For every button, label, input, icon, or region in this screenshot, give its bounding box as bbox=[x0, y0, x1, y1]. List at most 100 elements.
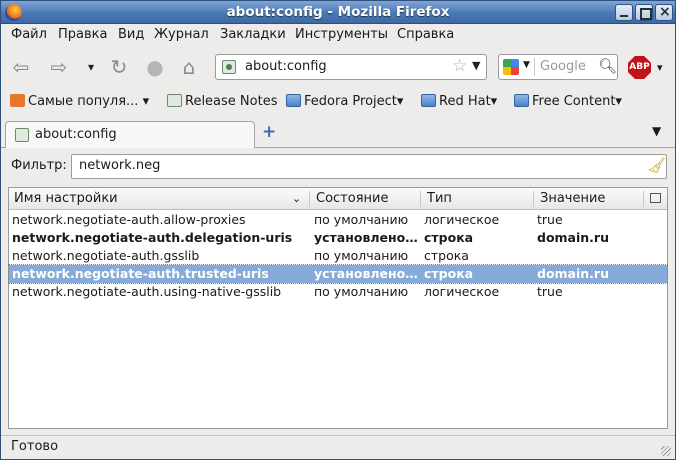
column-separator[interactable] bbox=[420, 191, 421, 207]
engine-dropdown-icon[interactable]: ▼ bbox=[523, 60, 530, 70]
menu-view[interactable]: Вид bbox=[118, 27, 144, 42]
menu-history[interactable]: Журнал bbox=[154, 27, 209, 42]
pref-name: network.negotiate-auth.delegation-uris bbox=[12, 230, 293, 245]
site-identity-icon[interactable] bbox=[222, 60, 236, 74]
bookmark-label: Free Content bbox=[532, 94, 616, 109]
folder-icon bbox=[286, 94, 301, 107]
reload-icon[interactable]: ↻ bbox=[107, 55, 131, 79]
search-bar[interactable]: ▼ Google 🔍︎ bbox=[498, 54, 618, 80]
search-separator bbox=[534, 58, 535, 76]
tab-list-chevron-icon[interactable]: ▼ bbox=[652, 124, 661, 138]
adblock-dropdown-icon[interactable]: ▾ bbox=[657, 61, 663, 74]
column-header-value[interactable]: Значение bbox=[540, 191, 605, 206]
page-icon bbox=[167, 94, 182, 107]
page-icon bbox=[15, 128, 29, 142]
about-config-page: Фильтр: network.neg 🧹︎ Имя настройки ⌄ С… bbox=[1, 149, 675, 433]
table-row-selected[interactable]: network.negotiate-auth.trusted-uris уста… bbox=[8, 264, 668, 284]
chevron-down-icon: ▾ bbox=[490, 94, 498, 109]
forward-icon[interactable]: ⇨ bbox=[47, 55, 71, 79]
pref-value: domain.ru bbox=[537, 266, 609, 281]
bookmark-label: Fedora Project bbox=[304, 94, 397, 109]
menu-edit[interactable]: Правка bbox=[58, 27, 107, 42]
firefox-window: about:config - Mozilla Firefox × Файл Пр… bbox=[0, 0, 676, 460]
menu-bar: Файл Правка Вид Журнал Закладки Инструме… bbox=[1, 24, 675, 46]
pref-value: domain.ru bbox=[537, 230, 609, 245]
back-icon[interactable]: ⇦ bbox=[9, 55, 33, 79]
minimize-button[interactable] bbox=[615, 4, 633, 21]
status-text: Готово bbox=[11, 439, 59, 454]
tab-about-config[interactable]: about:config bbox=[5, 121, 255, 148]
chevron-down-icon: ▾ bbox=[615, 94, 622, 109]
tab-label: about:config bbox=[35, 127, 117, 142]
pref-type: строка bbox=[424, 230, 474, 245]
table-row[interactable]: network.negotiate-auth.delegation-uris у… bbox=[9, 229, 667, 247]
column-separator[interactable] bbox=[533, 191, 534, 207]
filter-value[interactable]: network.neg bbox=[79, 158, 160, 173]
pref-type: логическое bbox=[424, 284, 500, 299]
bookmark-red-hat[interactable]: Red Hat▾ bbox=[421, 94, 497, 109]
column-picker-icon[interactable] bbox=[650, 193, 661, 203]
history-dropdown-icon[interactable]: ▾ bbox=[79, 55, 103, 79]
column-separator[interactable] bbox=[643, 191, 644, 207]
new-tab-icon[interactable]: + bbox=[262, 122, 276, 142]
bookmark-label: Red Hat bbox=[439, 94, 491, 109]
url-input[interactable]: about:config bbox=[245, 59, 327, 74]
pref-state: установлено пользователем bbox=[314, 266, 420, 281]
status-bar: Готово bbox=[1, 435, 675, 459]
pref-state: по умолчанию bbox=[314, 248, 409, 263]
adblock-plus-icon[interactable]: ABP bbox=[628, 56, 651, 79]
bookmark-fedora-project[interactable]: Fedora Project▾ bbox=[286, 94, 403, 109]
column-header-name[interactable]: Имя настройки bbox=[14, 191, 118, 206]
filter-label: Фильтр: bbox=[11, 158, 67, 173]
home-icon[interactable]: ⌂ bbox=[177, 55, 201, 79]
pref-type: строка bbox=[424, 266, 474, 281]
bookmark-release-notes[interactable]: Release Notes bbox=[167, 94, 277, 109]
table-header: Имя настройки ⌄ Состояние Тип Значение bbox=[9, 188, 667, 210]
menu-help[interactable]: Справка bbox=[397, 27, 454, 42]
pref-value: true bbox=[537, 212, 563, 227]
chevron-down-icon: ▾ bbox=[396, 94, 404, 109]
tab-strip: about:config + ▼ bbox=[1, 118, 675, 148]
table-row[interactable]: network.negotiate-auth.using-native-gssl… bbox=[9, 283, 667, 301]
search-input[interactable]: Google bbox=[540, 59, 586, 74]
table-row[interactable]: network.negotiate-auth.allow-proxies по … bbox=[9, 211, 667, 229]
pref-name: network.negotiate-auth.allow-proxies bbox=[12, 212, 246, 227]
clear-filter-icon[interactable]: 🧹︎ bbox=[647, 156, 666, 174]
rss-icon bbox=[10, 94, 25, 107]
menu-bookmarks[interactable]: Закладки bbox=[220, 27, 286, 42]
url-bar[interactable]: about:config ☆ ▼ bbox=[215, 54, 487, 80]
pref-name: network.negotiate-auth.gsslib bbox=[12, 248, 200, 263]
table-row[interactable]: network.negotiate-auth.gsslib по умолчан… bbox=[9, 247, 667, 265]
window-title: about:config - Mozilla Firefox bbox=[226, 4, 450, 20]
menu-tools[interactable]: Инструменты bbox=[295, 27, 388, 42]
bookmarks-toolbar: Самые популя... ▾ Release Notes Fedora P… bbox=[1, 89, 675, 116]
bookmark-star-icon[interactable]: ☆ bbox=[452, 56, 467, 76]
google-engine-icon[interactable] bbox=[503, 59, 519, 75]
pref-value: true bbox=[537, 284, 563, 299]
pref-state: по умолчанию bbox=[314, 212, 409, 227]
navigation-toolbar: ⇦ ⇨ ▾ ↻ ● ⌂ about:config ☆ ▼ ▼ Google 🔍︎… bbox=[1, 47, 675, 87]
pref-type: строка bbox=[424, 248, 469, 263]
pref-type: логическое bbox=[424, 212, 500, 227]
menu-file[interactable]: Файл bbox=[11, 27, 47, 42]
column-header-state[interactable]: Состояние bbox=[316, 191, 388, 206]
bookmark-free-content[interactable]: Free Content▾ bbox=[514, 94, 622, 109]
sort-chevron-down-icon[interactable]: ⌄ bbox=[292, 192, 301, 205]
maximize-button[interactable] bbox=[635, 4, 653, 21]
close-icon: × bbox=[659, 4, 671, 20]
search-icon[interactable]: 🔍︎ bbox=[598, 57, 617, 75]
resize-grip[interactable] bbox=[661, 446, 671, 456]
bookmark-label: Release Notes bbox=[185, 94, 278, 109]
column-separator[interactable] bbox=[309, 191, 310, 207]
url-dropdown-icon[interactable]: ▼ bbox=[472, 59, 480, 72]
filter-input[interactable]: network.neg 🧹︎ bbox=[71, 154, 667, 179]
title-bar[interactable]: about:config - Mozilla Firefox × bbox=[1, 1, 675, 24]
close-window-button[interactable]: × bbox=[655, 4, 673, 21]
bookmark-most-visited[interactable]: Самые популя... ▾ bbox=[10, 94, 149, 109]
preferences-table[interactable]: Имя настройки ⌄ Состояние Тип Значение n… bbox=[8, 187, 668, 429]
stop-icon[interactable]: ● bbox=[143, 55, 167, 79]
pref-state: по умолчанию bbox=[314, 284, 409, 299]
folder-icon bbox=[421, 94, 436, 107]
column-header-type[interactable]: Тип bbox=[427, 191, 452, 206]
bookmark-label: Самые популя... bbox=[28, 94, 139, 109]
